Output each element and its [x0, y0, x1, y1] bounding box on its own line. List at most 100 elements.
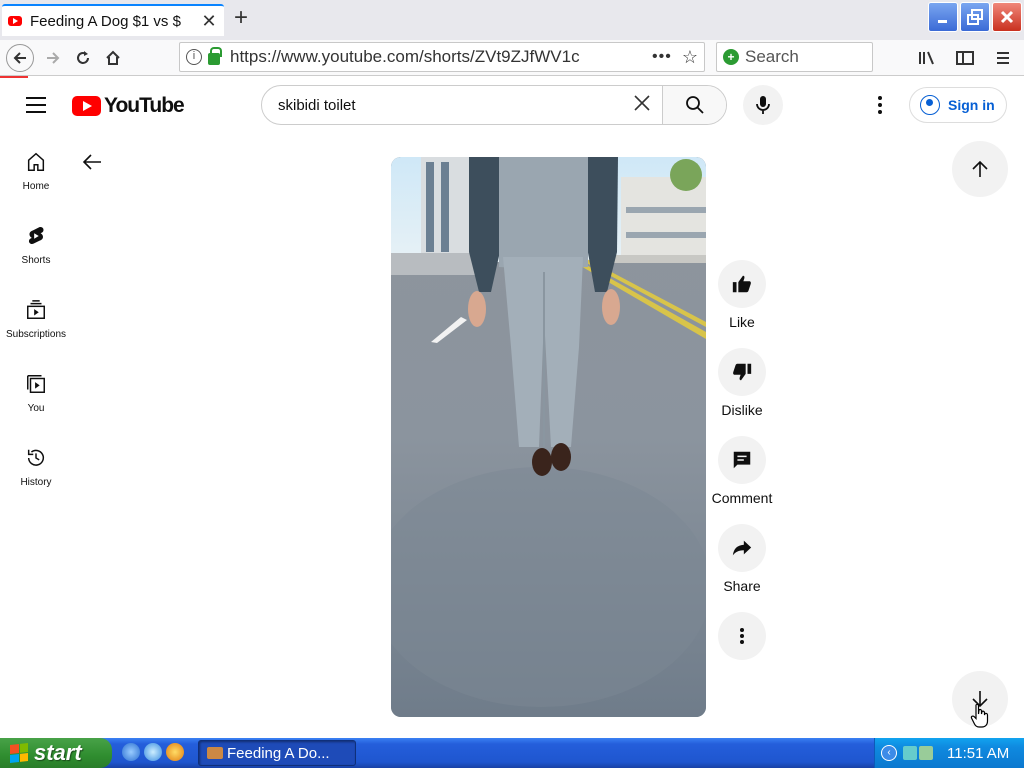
hamburger-line: [26, 104, 46, 106]
sidebar-toggle-button[interactable]: [950, 43, 980, 73]
page-actions-icon[interactable]: •••: [652, 48, 672, 66]
dislike-label: Dislike: [721, 402, 763, 418]
settings-more-button[interactable]: [868, 93, 892, 117]
internet-explorer-icon[interactable]: [122, 743, 140, 761]
forward-arrow-icon: [47, 51, 60, 64]
thumbs-up-icon: [732, 275, 751, 293]
more-button-circle[interactable]: [718, 612, 766, 660]
mini-guide-sidebar: Home Shorts Subscriptions You History: [0, 141, 72, 511]
info-icon[interactable]: i: [186, 49, 202, 65]
share-label: Share: [723, 578, 761, 594]
firefox-window-icon: [207, 747, 223, 759]
media-player-icon[interactable]: [166, 743, 184, 761]
account-icon: [920, 95, 940, 115]
back-arrow-icon: [13, 51, 26, 64]
voice-search-button[interactable]: [743, 85, 783, 125]
back-button[interactable]: [80, 150, 104, 174]
you-icon: [27, 375, 45, 393]
outlook-express-icon[interactable]: [144, 743, 162, 761]
dislike-button[interactable]: Dislike: [706, 348, 778, 436]
shorts-video-player[interactable]: [391, 157, 706, 717]
maximize-button[interactable]: [960, 2, 990, 32]
video-frame-image: [391, 157, 706, 717]
more-actions-button[interactable]: [706, 612, 778, 700]
microphone-icon: [756, 96, 770, 114]
dislike-button-circle[interactable]: [718, 348, 766, 396]
guide-menu-button[interactable]: [26, 97, 46, 113]
youtube-header: YouTube skibidi toilet Sign in: [0, 77, 1024, 133]
close-icon: [1000, 10, 1014, 24]
sidebar-item-home[interactable]: Home: [0, 141, 72, 215]
sidebar-item-label: Home: [22, 181, 50, 192]
start-button[interactable]: start: [0, 738, 112, 768]
restore-icon: [967, 9, 983, 25]
show-hidden-icons-button[interactable]: ‹: [881, 745, 897, 761]
quick-launch: [122, 743, 184, 761]
url-text: https://www.youtube.com/shorts/ZVt9ZJfWV…: [230, 47, 580, 66]
reload-button[interactable]: [68, 43, 98, 73]
clear-search-button[interactable]: [622, 92, 662, 118]
shorts-icon: [28, 227, 44, 245]
bookmark-star-icon[interactable]: ☆: [682, 47, 698, 68]
subscriptions-icon: [27, 300, 45, 319]
share-button[interactable]: Share: [706, 524, 778, 612]
dot: [878, 110, 882, 114]
browser-tab-active[interactable]: Feeding A Dog $1 vs $ ✕: [2, 4, 224, 36]
browser-search-bar[interactable]: + Search: [716, 42, 873, 72]
sidebar-item-label: Subscriptions: [5, 329, 67, 340]
home-button[interactable]: [98, 43, 128, 73]
taskbar-window-firefox[interactable]: Feeding A Do...: [198, 740, 356, 766]
clock[interactable]: 11:51 AM: [947, 745, 1009, 762]
like-button-circle[interactable]: [718, 260, 766, 308]
sidebar-item-you[interactable]: You: [0, 363, 72, 437]
window-close-button[interactable]: [992, 2, 1022, 32]
clear-icon: [634, 95, 650, 111]
sidebar-item-subscriptions[interactable]: Subscriptions: [0, 289, 72, 363]
thumbs-down-icon: [733, 363, 752, 381]
start-label: start: [34, 740, 82, 765]
search-button[interactable]: [662, 86, 726, 124]
share-icon: [732, 540, 752, 556]
hand-cursor-icon: [970, 703, 989, 728]
menu-button[interactable]: [988, 43, 1018, 73]
home-icon: [106, 50, 120, 65]
sidebar-item-label: You: [27, 403, 45, 414]
windows-flag-icon: [10, 743, 28, 763]
search-engine-icon: +: [723, 49, 739, 65]
address-bar[interactable]: i https://www.youtube.com/shorts/ZVt9ZJf…: [179, 42, 705, 72]
dot: [878, 96, 882, 100]
comment-button[interactable]: Comment: [706, 436, 778, 524]
sidebar-icon: [956, 51, 974, 65]
youtube-logo[interactable]: YouTube: [72, 94, 185, 118]
hamburger-icon: [997, 52, 1009, 64]
security-icon[interactable]: [919, 746, 933, 760]
forward-button[interactable]: [38, 43, 68, 73]
previous-video-button[interactable]: [952, 141, 1008, 197]
network-icon[interactable]: [903, 746, 917, 760]
comment-icon: [733, 451, 751, 469]
new-tab-button[interactable]: +: [230, 6, 252, 32]
like-button[interactable]: Like: [706, 260, 778, 348]
share-button-circle[interactable]: [718, 524, 766, 572]
tab-close-icon[interactable]: ✕: [200, 11, 218, 32]
window-controls: [928, 2, 1022, 32]
library-button[interactable]: [912, 43, 942, 73]
search-input[interactable]: skibidi toilet: [262, 97, 622, 114]
back-button[interactable]: [6, 43, 34, 72]
sidebar-item-history[interactable]: History: [0, 437, 72, 511]
system-tray: ‹ 11:51 AM: [874, 738, 1024, 768]
youtube-wordmark: YouTube: [104, 94, 185, 117]
dot: [878, 103, 882, 107]
sign-in-label: Sign in: [948, 97, 995, 113]
hamburger-line: [26, 97, 46, 99]
sign-in-button[interactable]: Sign in: [909, 87, 1007, 123]
youtube-favicon-icon: [8, 16, 22, 26]
hamburger-line: [26, 111, 46, 113]
sidebar-item-label: History: [20, 477, 52, 488]
minimize-icon: [938, 20, 947, 23]
sidebar-item-shorts[interactable]: Shorts: [0, 215, 72, 289]
like-label: Like: [729, 314, 755, 330]
comment-button-circle[interactable]: [718, 436, 766, 484]
browser-navbar: i https://www.youtube.com/shorts/ZVt9ZJf…: [0, 40, 1024, 76]
minimize-button[interactable]: [928, 2, 958, 32]
